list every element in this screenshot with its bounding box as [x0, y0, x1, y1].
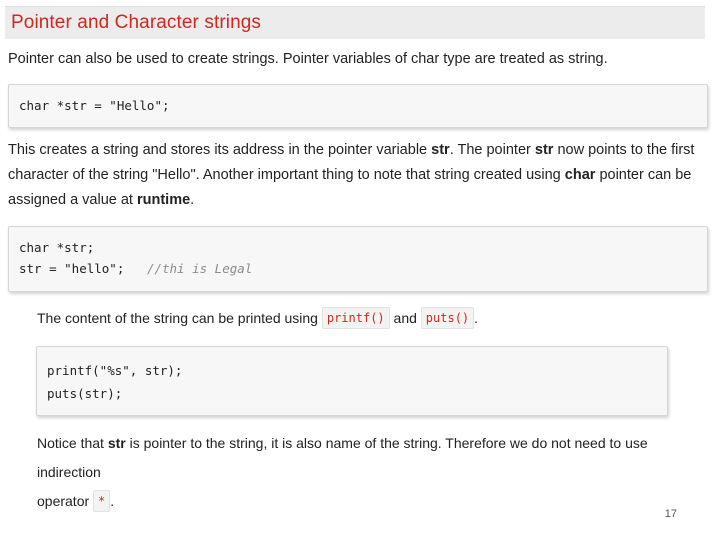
explanation-paragraph: This creates a string and stores its add… [8, 138, 713, 213]
paragraph-line: assigned a value at runtime. [8, 192, 195, 208]
code-line: printf("%s", str); [47, 363, 183, 378]
code-block-declaration: char *str = "Hello"; [8, 84, 708, 128]
code-block-print: printf("%s", str); puts(str); [36, 346, 668, 416]
code-line: puts(str); [47, 386, 123, 401]
keyword-char: char [564, 167, 596, 183]
section-title: Pointer and Character strings [11, 12, 262, 33]
keyword-runtime: runtime [136, 192, 191, 208]
inline-code-puts: puts() [420, 307, 475, 329]
code-comment: //thi is Legal [146, 261, 253, 276]
inline-code-printf: printf() [321, 307, 390, 329]
page-number: 17 [664, 508, 677, 520]
paragraph-line: character of the string "Hello". Another… [8, 167, 692, 183]
paragraph-line: operator *. [37, 487, 697, 516]
paragraph-line: Notice that str is pointer to the string… [37, 435, 648, 480]
keyword-str: str [534, 142, 554, 158]
paragraph-line: This creates a string and stores its add… [8, 142, 695, 158]
notice-paragraph: Notice that str is pointer to the string… [37, 429, 697, 516]
code-line: str = "hello"; //thi is Legal [19, 261, 253, 276]
keyword-str: str [107, 435, 126, 451]
code-line: char *str = "Hello"; [19, 98, 170, 113]
print-paragraph: The content of the string can be printed… [37, 306, 677, 331]
intro-paragraph: Pointer can also be used to create strin… [8, 51, 608, 67]
inline-code-asterisk: * [93, 490, 111, 512]
section-title-bar: Pointer and Character strings [5, 6, 705, 39]
keyword-str: str [431, 142, 450, 158]
code-block-assignment: char *str; str = "hello"; //thi is Legal [8, 226, 708, 292]
code-line: char *str; [19, 240, 95, 255]
